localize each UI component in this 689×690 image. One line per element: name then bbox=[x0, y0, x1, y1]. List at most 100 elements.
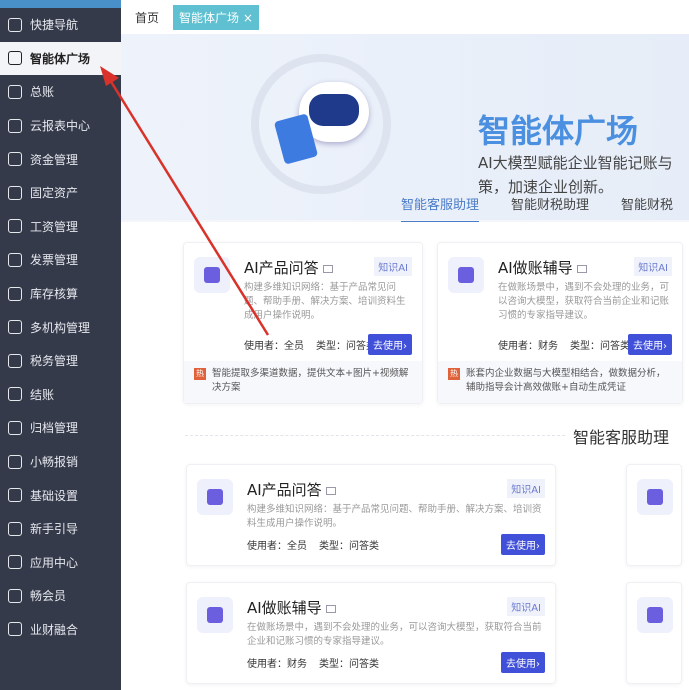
agent-description: 在做账场景中，遇到不会处理的业务，可以咨询大模型，获取符合当前企业和记账习惯的专… bbox=[498, 282, 670, 321]
close-icon[interactable]: × bbox=[243, 11, 253, 25]
sidebar-item-label: 归档管理 bbox=[30, 421, 79, 436]
agent-icon bbox=[197, 597, 233, 633]
sidebar-item[interactable]: 结账 bbox=[0, 378, 121, 412]
hero-title: 智能体广场 bbox=[478, 112, 639, 150]
sidebar-item-label: 智能体广场 bbox=[30, 51, 91, 66]
sidebar-item[interactable]: 畅会员 bbox=[0, 579, 121, 613]
menu-icon bbox=[8, 521, 22, 536]
menu-icon bbox=[8, 252, 22, 267]
sidebar-item[interactable]: 云报表中心 bbox=[0, 109, 121, 143]
sidebar-item-label: 业财融合 bbox=[30, 622, 79, 637]
sidebar-item-label: 固定资产 bbox=[30, 186, 79, 201]
menu-icon bbox=[8, 488, 22, 503]
sidebar-item[interactable]: 多机构管理 bbox=[0, 310, 121, 344]
agent-meta: 使用者：全员 类型：问答类 bbox=[247, 541, 379, 552]
main: 首页 智能体广场 × 智能体广场 AI大模型赋能企业智能记账与 策，加速企业创新。… bbox=[121, 0, 689, 690]
divider bbox=[185, 435, 565, 436]
sidebar-item-label: 库存核算 bbox=[30, 287, 79, 302]
chat-icon bbox=[325, 605, 336, 613]
menu-icon bbox=[8, 555, 22, 570]
tab-home[interactable]: 首页 bbox=[129, 5, 165, 30]
sidebar-item[interactable]: 工资管理 bbox=[0, 210, 121, 244]
menu-icon bbox=[8, 118, 22, 133]
agent-card[interactable]: AI做账辅导 知识AI 在做账场景中，遇到不会处理的业务，可以咨询大模型，获取符… bbox=[186, 582, 556, 684]
menu-icon bbox=[8, 51, 22, 66]
menu-icon bbox=[8, 320, 22, 335]
agent-card[interactable]: AI做账辅导 知识AI 在做账场景中，遇到不会处理的业务，可以咨询大模型，获取符… bbox=[437, 242, 683, 404]
sidebar-item[interactable]: 归档管理 bbox=[0, 411, 121, 445]
category-tab[interactable]: 智能财税 bbox=[621, 194, 673, 223]
sidebar-item-label: 应用中心 bbox=[30, 555, 79, 570]
menu-icon bbox=[8, 387, 22, 402]
hot-icon: 热 bbox=[194, 368, 206, 380]
tab-agent-square[interactable]: 智能体广场 × bbox=[173, 4, 259, 30]
agent-description: 构建多维知识网络：基于产品常见问题、帮助手册、解决方案、培训资料生成用户操作说明… bbox=[244, 282, 406, 321]
tab-label: 智能体广场 bbox=[179, 10, 240, 25]
sidebar-item[interactable]: 智能体广场 bbox=[0, 41, 121, 76]
sidebar-item-label: 小畅报销 bbox=[30, 455, 79, 470]
use-button[interactable]: 去使用› bbox=[501, 652, 545, 673]
sidebar-item-label: 多机构管理 bbox=[30, 320, 91, 335]
sidebar-item-label: 总账 bbox=[30, 85, 55, 100]
use-button[interactable]: 去使用› bbox=[368, 334, 412, 355]
agent-tag: 知识AI bbox=[507, 597, 545, 616]
agent-icon bbox=[194, 257, 230, 293]
sidebar-item[interactable]: 新手引导 bbox=[0, 512, 121, 546]
menu-icon bbox=[8, 622, 22, 637]
agent-card[interactable]: AI产品问答 知识AI 构建多维知识网络：基于产品常见问题、帮助手册、解决方案、… bbox=[183, 242, 423, 404]
sidebar-item-label: 发票管理 bbox=[30, 253, 79, 268]
agent-tag: 知识AI bbox=[374, 257, 412, 276]
sidebar-item[interactable]: 资金管理 bbox=[0, 142, 121, 176]
agent-meta: 使用者：全员 类型：问答类 bbox=[244, 341, 376, 352]
menu-icon bbox=[8, 185, 22, 200]
use-button[interactable]: 去使用› bbox=[501, 534, 545, 555]
agent-icon bbox=[637, 479, 673, 515]
agent-title: AI做账辅导 bbox=[247, 597, 336, 618]
agent-title: AI产品问答 bbox=[247, 479, 336, 500]
agent-meta: 使用者：财务 类型：问答类 bbox=[498, 341, 630, 352]
sidebar-item[interactable]: 总账 bbox=[0, 75, 121, 109]
menu-icon bbox=[8, 420, 22, 435]
sidebar-item[interactable]: 应用中心 bbox=[0, 546, 121, 580]
sidebar-item-label: 基础设置 bbox=[30, 488, 79, 503]
agent-card[interactable]: AI产品问答 知识AI 构建多维知识网络：基于产品常见问题、帮助手册、解决方案、… bbox=[186, 464, 556, 566]
agent-card[interactable] bbox=[626, 464, 682, 566]
menu-icon bbox=[8, 17, 22, 32]
robot-illustration bbox=[251, 54, 391, 194]
chat-icon bbox=[322, 265, 333, 273]
menu-icon bbox=[8, 353, 22, 368]
sidebar-item-label: 云报表中心 bbox=[30, 119, 91, 134]
sidebar-item[interactable]: 库存核算 bbox=[0, 277, 121, 311]
sidebar-item[interactable]: 快捷导航 bbox=[0, 8, 121, 42]
sidebar-item[interactable]: 小畅报销 bbox=[0, 445, 121, 479]
category-tab[interactable]: 智能客服助理 bbox=[401, 194, 480, 223]
chat-icon bbox=[576, 265, 587, 273]
sidebar-item-label: 税务管理 bbox=[30, 354, 79, 369]
hot-icon: 热 bbox=[448, 368, 460, 380]
sidebar-item-label: 畅会员 bbox=[30, 589, 67, 604]
menu-icon bbox=[8, 286, 22, 301]
sidebar-item[interactable]: 基础设置 bbox=[0, 478, 121, 512]
logo-bar bbox=[0, 0, 121, 8]
agent-meta: 使用者：财务 类型：问答类 bbox=[247, 659, 379, 670]
hot-feature: 热账套内企业数据与大模型相结合，做数据分析，辅助指导会计高效做账+自动生成凭证 bbox=[438, 361, 682, 403]
hot-feature: 热智能提取多渠道数据，提供文本+图片+视频解决方案 bbox=[184, 361, 422, 403]
menu-icon bbox=[8, 454, 22, 469]
hero-banner: 智能体广场 AI大模型赋能企业智能记账与 策，加速企业创新。 bbox=[121, 34, 689, 220]
sidebar-item[interactable]: 税务管理 bbox=[0, 344, 121, 378]
use-button[interactable]: 去使用› bbox=[628, 334, 672, 355]
agent-description: 在做账场景中，遇到不会处理的业务，可以咨询大模型，获取符合当前企业和记账习惯的专… bbox=[247, 622, 542, 647]
sidebar-item[interactable]: 固定资产 bbox=[0, 176, 121, 210]
agent-tag: 知识AI bbox=[634, 257, 672, 276]
sidebar-item-label: 快捷导航 bbox=[30, 18, 79, 33]
agent-icon bbox=[448, 257, 484, 293]
sidebar-item[interactable]: 发票管理 bbox=[0, 243, 121, 277]
category-tab[interactable]: 智能财税助理 bbox=[511, 194, 589, 223]
agent-card[interactable] bbox=[626, 582, 682, 684]
agent-description: 构建多维知识网络：基于产品常见问题、帮助手册、解决方案、培训资料生成用户操作说明… bbox=[247, 504, 542, 529]
section-title: 智能客服助理 bbox=[573, 428, 670, 447]
sidebar-item[interactable]: 业财融合 bbox=[0, 613, 121, 647]
sidebar-item-label: 资金管理 bbox=[30, 152, 79, 167]
menu-icon bbox=[8, 152, 22, 167]
tab-bar: 首页 智能体广场 × bbox=[121, 0, 689, 34]
